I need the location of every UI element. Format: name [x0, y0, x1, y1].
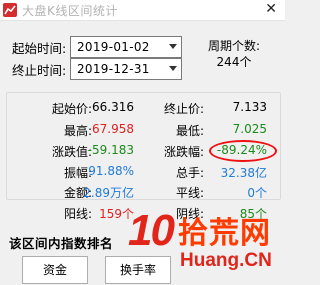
period-count-value: 244个	[216, 55, 252, 69]
start-date-combo[interactable]: 2019-01-02	[70, 36, 182, 58]
start-price-label: 起始价:	[51, 102, 92, 116]
annotation-circle	[209, 140, 277, 162]
close-icon[interactable]: ✕	[265, 1, 277, 17]
up-label: 阳线:	[63, 207, 92, 221]
chevron-down-icon[interactable]	[169, 44, 177, 49]
change-label: 涨跌值:	[51, 145, 92, 159]
amplitude-label: 振幅:	[63, 166, 92, 180]
low-value: 7.025	[232, 122, 267, 136]
watermark-logo: 10 拾荒网 Huang.CN	[128, 204, 285, 285]
end-date-label: 终止时间:	[12, 63, 67, 78]
end-price-value: 7.133	[232, 100, 267, 114]
chevron-down-icon[interactable]	[169, 66, 177, 71]
high-label: 最高:	[63, 124, 92, 138]
high-value: 67.958	[92, 122, 134, 136]
start-date-label: 起始时间:	[12, 41, 67, 56]
start-date-value: 2019-01-02	[77, 40, 150, 54]
change-value: -59.183	[87, 143, 134, 157]
period-count: 周期个数: 244个	[190, 38, 278, 70]
watermark-number: 10	[128, 206, 175, 255]
end-date-combo[interactable]: 2019-12-31	[70, 58, 182, 80]
app-icon	[3, 3, 17, 17]
window-title: 大盘K线区间统计	[22, 4, 118, 18]
low-label: 最低:	[175, 124, 204, 138]
end-price-label: 终止价:	[163, 102, 204, 116]
amplitude-value: 91.88%	[88, 164, 134, 178]
flat-label: 平线:	[175, 186, 204, 200]
change-pct-label: 涨跌幅:	[163, 145, 204, 159]
watermark-brand: 拾荒网	[178, 216, 271, 251]
volume-value: 32.38亿	[220, 166, 267, 180]
flat-value: 0个	[247, 186, 267, 200]
ranking-title: 该区间内指数排名	[9, 236, 114, 251]
watermark-url: Huang.CN	[180, 250, 272, 271]
period-count-label: 周期个数:	[207, 39, 261, 53]
amount-value: 2.89万亿	[83, 186, 134, 200]
volume-label: 总手:	[175, 166, 204, 180]
start-price-value: 66.316	[92, 100, 134, 114]
funds-button[interactable]: 资金	[22, 256, 88, 284]
end-date-value: 2019-12-31	[77, 62, 150, 76]
window-titlebar: 大盘K线区间统计 ✕	[0, 0, 285, 21]
